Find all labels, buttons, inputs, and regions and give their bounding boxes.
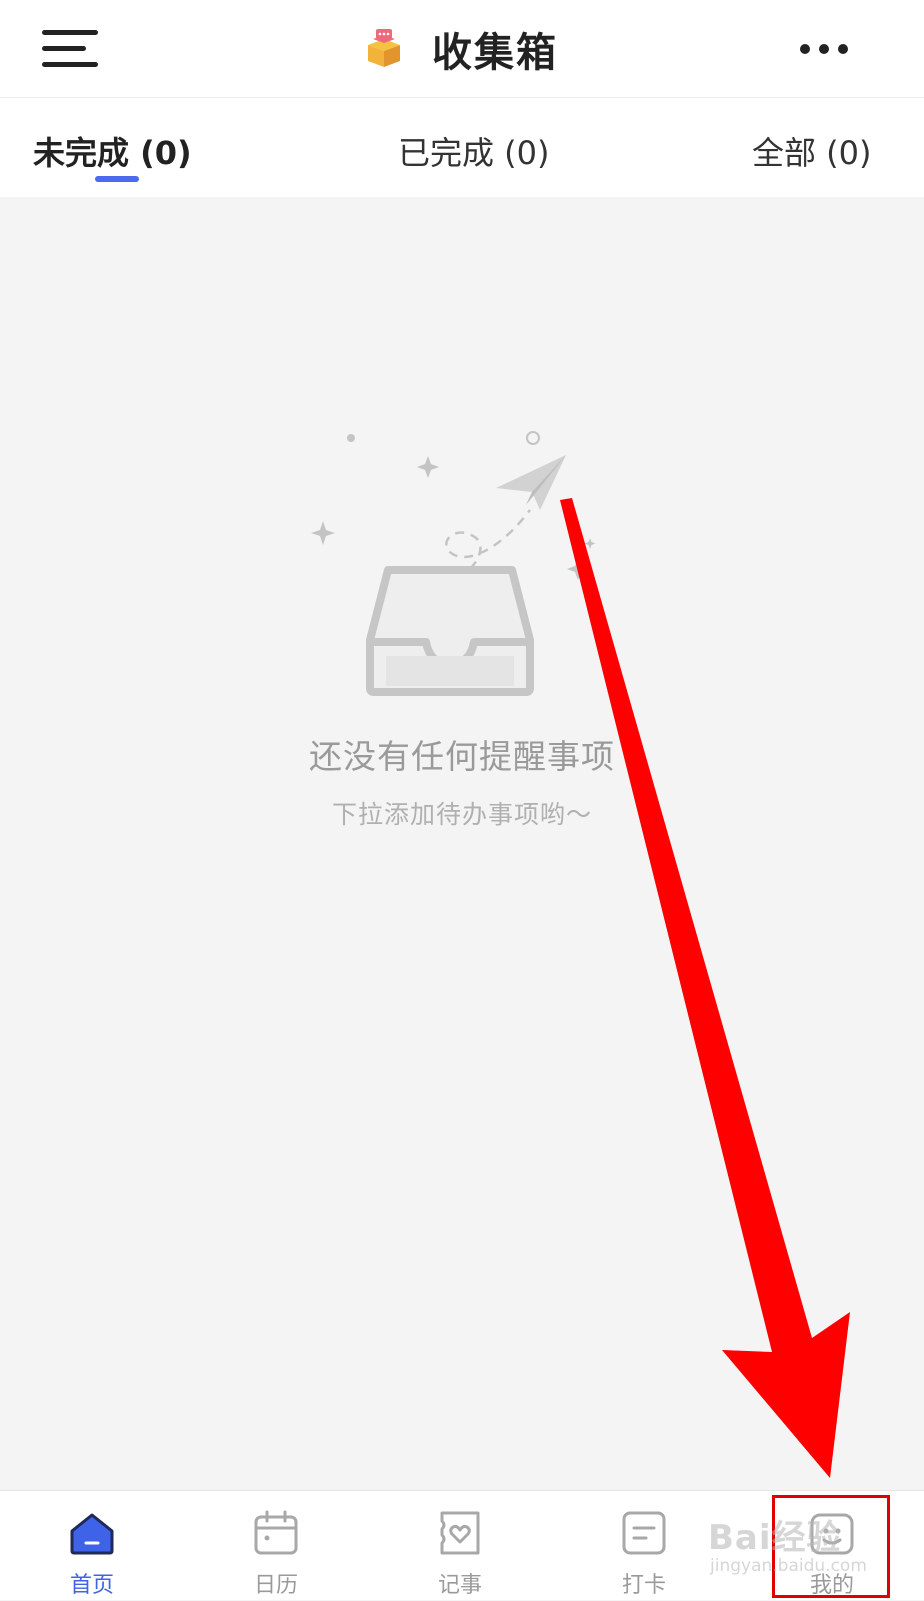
active-tab-indicator	[95, 176, 139, 182]
nav-label-calendar: 日历	[253, 1573, 298, 1598]
nav-item-calendar[interactable]: 日历	[184, 1491, 368, 1601]
nav-label-checkin: 打卡	[621, 1573, 666, 1598]
filter-tabs: 未完成 (0) 已完成 (0) 全部 (0)	[0, 98, 924, 197]
nav-label-notes: 记事	[437, 1573, 482, 1598]
title-group: 收集箱	[0, 0, 924, 98]
page-title: 收集箱	[432, 30, 558, 76]
annotation-highlight-box	[772, 1495, 890, 1598]
empty-state-subtitle: 下拉添加待办事项哟～	[331, 800, 592, 829]
empty-state-title: 还没有任何提醒事项	[309, 737, 615, 776]
nav-label-home: 首页	[69, 1573, 114, 1598]
tab-all[interactable]: 全部 (0)	[752, 128, 872, 174]
empty-inbox-paper-plane-icon	[311, 431, 596, 696]
nav-item-home[interactable]: 首页	[0, 1491, 184, 1601]
box-icon	[368, 29, 400, 67]
notes-heart-icon	[440, 1511, 480, 1555]
home-icon	[70, 1513, 114, 1555]
checkin-icon	[622, 1511, 666, 1555]
calendar-icon	[254, 1510, 298, 1555]
tab-completed[interactable]: 已完成 (0)	[398, 128, 550, 174]
top-app-bar: 收集箱	[0, 0, 924, 98]
more-dots-icon[interactable]	[800, 44, 848, 56]
tab-incomplete[interactable]: 未完成 (0)	[33, 128, 192, 174]
nav-item-checkin[interactable]: 打卡	[552, 1491, 736, 1601]
nav-item-notes[interactable]: 记事	[368, 1491, 552, 1601]
